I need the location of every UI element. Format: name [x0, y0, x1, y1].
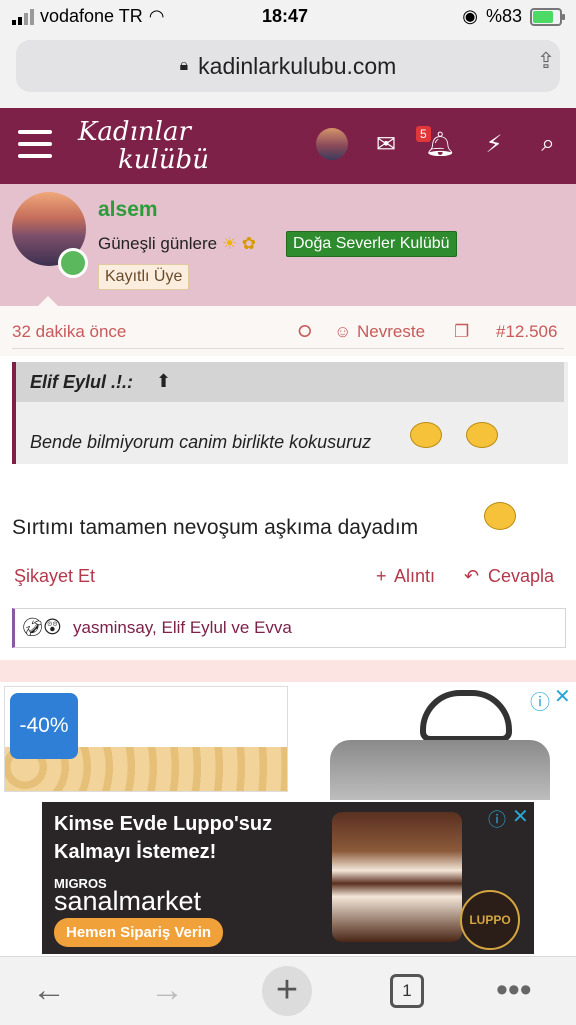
- surprised-emoji-icon: 😲︎: [43, 617, 62, 637]
- ad-info-icon[interactable]: ⓘ: [530, 686, 550, 715]
- share-icon[interactable]: ⇪: [532, 48, 560, 76]
- battery-icon: [530, 7, 565, 26]
- url-text: kadinlarkulubu.com: [198, 52, 397, 79]
- emoji-smiley-icon: [410, 422, 442, 448]
- account-avatar[interactable]: [316, 128, 348, 160]
- banner-cta-button[interactable]: Hemen Sipariş Verin: [54, 918, 224, 947]
- banner-headline: Kimse Evde Luppo'suz Kalmayı İstemez!: [54, 810, 272, 866]
- post-message: Sırtımı tamamen nevoşum aşkıma dayadım: [12, 516, 419, 539]
- role-badge: Kayıtlı Üye: [98, 264, 190, 290]
- orientation-lock-icon: ◉: [462, 6, 478, 26]
- luppo-logo: LUPPO: [460, 890, 520, 950]
- quote-button[interactable]: Alıntı: [394, 566, 435, 587]
- logo-line2: kulübü: [118, 145, 209, 175]
- carrier: vodafone TR ◠: [12, 6, 164, 27]
- sunflower-icon: ✿: [241, 234, 257, 253]
- quote-text: Bende bilmiyorum canim birlikte kokusuru…: [30, 432, 372, 452]
- tab-switcher-button[interactable]: 1: [390, 974, 424, 1008]
- plus-icon: +: [376, 566, 387, 586]
- ad-info-icon[interactable]: ⓘ: [488, 806, 506, 832]
- discount-tag: -40%: [10, 693, 78, 759]
- emoji-smiley-icon: [466, 422, 498, 448]
- laughing-emoji-icon: 🤣︎: [21, 617, 44, 637]
- bolt-icon[interactable]: ⚡︎: [478, 130, 510, 159]
- message-pointer: [38, 296, 58, 306]
- post-time[interactable]: 32 dakika önce: [12, 322, 126, 342]
- user-title: Güneşli günlere ☀ ✿: [98, 234, 256, 254]
- notification-badge: 5: [416, 126, 431, 142]
- reply-icon: ↶: [464, 566, 480, 586]
- mail-icon[interactable]: ✉: [370, 130, 402, 159]
- browser-toolbar: 🔒︎ kadinlarkulubu.com ⇪: [0, 34, 576, 108]
- user-title-text: Güneşli günlere: [98, 234, 218, 253]
- lock-icon: 🔒︎: [179, 57, 189, 74]
- status-right: ◉ %83: [462, 6, 565, 27]
- share-post-icon[interactable]: ⭘: [298, 322, 312, 342]
- bookmark-icon[interactable]: ❐: [454, 322, 469, 342]
- online-status-icon: [58, 248, 88, 278]
- back-icon[interactable]: ←: [32, 971, 66, 1010]
- ad-banner[interactable]: Kimse Evde Luppo'suz Kalmayı İstemez! MI…: [42, 802, 534, 954]
- signal-icon: [12, 8, 34, 25]
- cake-image: [332, 812, 462, 942]
- banner-line2: Kalmayı İstemez!: [54, 841, 217, 863]
- new-tab-button[interactable]: +: [262, 966, 312, 1016]
- logo-line1: Kadınlar: [78, 117, 191, 147]
- user-icon: ☺: [334, 322, 352, 341]
- clock: 18:47: [262, 6, 309, 26]
- quote-author[interactable]: Elif Eylul .!.:: [30, 372, 133, 393]
- username[interactable]: alsem: [98, 198, 158, 222]
- bag-image: [330, 740, 550, 800]
- more-icon[interactable]: •••: [496, 971, 532, 1010]
- report-link[interactable]: Şikayet Et: [14, 566, 95, 587]
- club-badge[interactable]: Doğa Severler Kulübü: [286, 231, 457, 257]
- author-link[interactable]: Nevreste: [357, 322, 425, 342]
- divider: [12, 348, 564, 349]
- status-bar: vodafone TR ◠ 18:47 ◉ %83: [0, 0, 576, 34]
- sanalmarket-label: sanalmarket: [54, 886, 202, 916]
- arrow-up-icon[interactable]: ⬆︎: [156, 371, 171, 392]
- banner-line1: Kimse Evde Luppo'suz: [54, 813, 273, 835]
- section-divider: [0, 660, 576, 682]
- forward-icon[interactable]: →: [150, 971, 184, 1010]
- ad-close-icon[interactable]: ✕: [554, 684, 571, 709]
- battery-percent: %83: [485, 6, 522, 26]
- ad-close-icon[interactable]: ✕: [512, 804, 529, 829]
- reactions-text[interactable]: yasminsay, Elif Eylul ve Evva: [73, 618, 292, 638]
- menu-icon[interactable]: [18, 130, 52, 160]
- post-number[interactable]: #12.506: [496, 322, 557, 342]
- site-header: Kadınlar kulübü ✉ 🔔︎ ⚡︎ ⌕: [0, 108, 576, 184]
- search-icon[interactable]: ⌕: [532, 130, 564, 158]
- wifi-icon: ◠: [148, 6, 165, 26]
- reply-button[interactable]: Cevapla: [488, 566, 554, 587]
- emoji-cheer-icon: [484, 502, 516, 530]
- quote-header[interactable]: Elif Eylul .!.: ⬆︎: [16, 362, 564, 402]
- site-logo[interactable]: Kadınlar kulübü: [78, 118, 209, 174]
- address-bar[interactable]: 🔒︎ kadinlarkulubu.com: [16, 40, 560, 92]
- reactions-bar[interactable]: 🤣︎ 😲︎ yasminsay, Elif Eylul ve Evva: [12, 608, 566, 648]
- sun-icon: ☀: [221, 234, 238, 253]
- carrier-name: vodafone TR: [40, 6, 143, 26]
